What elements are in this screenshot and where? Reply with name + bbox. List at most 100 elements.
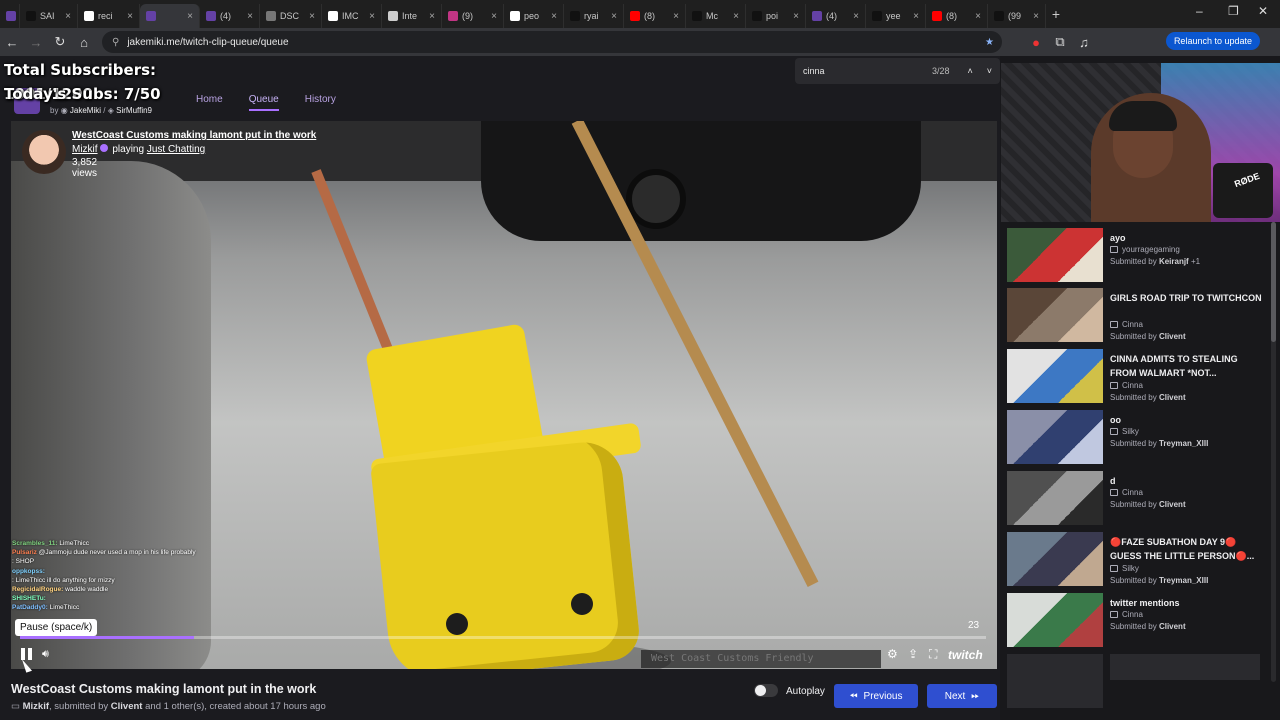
browser-tab[interactable]: Inte ×	[382, 4, 442, 28]
tab-close-icon[interactable]: ×	[673, 11, 679, 22]
browser-tab[interactable]: SAI ×	[20, 4, 78, 28]
tab-close-icon[interactable]: ×	[793, 11, 799, 22]
browser-tab[interactable]: (8) ×	[926, 4, 988, 28]
fullscreen-icon[interactable]: ⛶	[929, 647, 937, 662]
forward-icon[interactable]: →	[24, 35, 48, 50]
browser-tab[interactable]: reci ×	[78, 4, 140, 28]
queue-item[interactable]: oo Silky Submitted by Treyman_XIII	[1001, 406, 1271, 466]
queue-item[interactable]: 🔴FAZE SUBATHON DAY 9🔴 GUESS THE LITTLE P…	[1001, 528, 1271, 588]
channel-icon	[1110, 321, 1118, 328]
nav-queue[interactable]: Queue	[248, 94, 279, 111]
tab-close-icon[interactable]: ×	[913, 11, 919, 22]
tab-close-icon[interactable]: ×	[127, 11, 133, 22]
browser-tab[interactable]: peo ×	[504, 4, 564, 28]
twitch-logo[interactable]: twitch	[948, 648, 983, 662]
browser-tab[interactable]: Mc ×	[686, 4, 746, 28]
queue-thumbnail[interactable]	[1007, 593, 1103, 647]
bookmark-star-icon[interactable]: ★	[985, 37, 994, 48]
browser-tab[interactable]: poi ×	[746, 4, 806, 28]
queue-item-submitter: Treyman_XIII	[1158, 439, 1209, 448]
webcam-overlay: RØDE	[1001, 63, 1280, 222]
tab-close-icon[interactable]: ×	[975, 11, 981, 22]
tab-close-icon[interactable]: ×	[187, 11, 193, 22]
clip-details-title: WestCoast Customs making lamont put in t…	[11, 682, 317, 696]
tab-close-icon[interactable]: ×	[853, 11, 859, 22]
reload-icon[interactable]: ↻	[48, 34, 72, 50]
settings-gear-icon[interactable]: ⚙	[887, 647, 898, 661]
tab-close-icon[interactable]: ×	[429, 11, 435, 22]
queue-thumbnail[interactable]	[1007, 288, 1103, 342]
browser-tab[interactable]: ×	[140, 4, 200, 28]
home-icon[interactable]: ⌂	[72, 35, 96, 50]
next-label: Next	[944, 690, 966, 702]
browser-tab[interactable]: (8) ×	[624, 4, 686, 28]
autoplay-toggle[interactable]	[754, 684, 778, 697]
previous-button[interactable]: ⏪︎ Previous	[834, 684, 918, 708]
relaunch-button[interactable]: Relaunch to update	[1165, 32, 1260, 50]
tab-close-icon[interactable]: ×	[247, 11, 253, 22]
tab-close-icon[interactable]: ×	[611, 11, 617, 22]
browser-tab[interactable]: ryai ×	[564, 4, 624, 28]
queue-thumbnail[interactable]	[1007, 349, 1103, 403]
media-icon[interactable]: ♫	[1072, 35, 1096, 50]
find-prev-icon[interactable]: ˄	[967, 66, 972, 76]
clip-title-link[interactable]: WestCoast Customs making lamont put in t…	[72, 130, 316, 141]
video-frame-car-wheel	[626, 169, 686, 229]
volume-icon[interactable]: 🔊︎	[42, 648, 49, 661]
meta-channel[interactable]: Mizkif	[23, 701, 49, 712]
browser-tab[interactable]: (4) ×	[806, 4, 866, 28]
minimize-icon[interactable]: –	[1196, 4, 1203, 18]
queue-item[interactable]: twitter mentions Cinna Submitted by Cliven…	[1001, 589, 1271, 649]
channel-link[interactable]: Mizkif	[72, 144, 98, 155]
find-bar[interactable]: cinna 3/28 ˄ ˅	[795, 58, 1000, 84]
channel-icon	[1110, 489, 1118, 496]
queue-item[interactable]: GIRLS ROAD TRIP TO TWITCHCON Cinna Submitt…	[1001, 284, 1271, 344]
tab-close-icon[interactable]: ×	[1033, 11, 1039, 22]
find-next-icon[interactable]: ˅	[987, 66, 992, 76]
next-button[interactable]: Next ⏩︎	[927, 684, 997, 708]
meta-user[interactable]: Clivent	[111, 701, 143, 712]
browser-tab[interactable]: DSC ×	[260, 4, 322, 28]
game-link[interactable]: Just Chatting	[147, 144, 205, 155]
browser-tab[interactable]: (4) ×	[200, 4, 260, 28]
extension-icon[interactable]: ●	[1024, 35, 1048, 50]
site-info-icon[interactable]: ⚲	[112, 37, 119, 48]
broadcaster-avatar[interactable]	[22, 130, 66, 174]
queue-thumbnail[interactable]	[1007, 228, 1103, 282]
chat-text: LimeThicc	[59, 540, 89, 547]
tab-close-icon[interactable]: ×	[551, 11, 557, 22]
author-link-1[interactable]: JakeMiki	[70, 106, 101, 115]
address-bar[interactable]: ⚲ jakemiki.me/twitch-clip-queue/queue ★	[102, 31, 1002, 53]
browser-tab[interactable]	[0, 4, 20, 28]
submitted-by-label: Submitted by	[1110, 257, 1157, 266]
queue-item-title: 🔴FAZE SUBATHON DAY 9🔴 GUESS THE LITTLE P…	[1110, 537, 1255, 561]
share-icon[interactable]: ⇪	[908, 647, 918, 661]
nav-history[interactable]: History	[305, 94, 336, 111]
author-link-2[interactable]: SirMuffin9	[116, 106, 152, 115]
queue-item[interactable]: CINNA ADMITS TO STEALING FROM WALMART *N…	[1001, 345, 1271, 405]
queue-item[interactable]: ayo yourragegaming Submitted by Keiranjf +…	[1001, 224, 1271, 284]
browser-tab[interactable]: (9) ×	[442, 4, 504, 28]
browser-tab[interactable]: yee ×	[866, 4, 926, 28]
queue-item[interactable]: d Cinna Submitted by Clivent	[1001, 467, 1271, 527]
video-progress-bar[interactable]	[20, 636, 986, 639]
browser-tab[interactable]: IMC ×	[322, 4, 382, 28]
tab-close-icon[interactable]: ×	[309, 11, 315, 22]
tab-close-icon[interactable]: ×	[369, 11, 375, 22]
back-icon[interactable]: ←	[0, 35, 24, 50]
queue-thumbnail[interactable]	[1007, 410, 1103, 464]
new-tab-icon[interactable]: +	[1046, 6, 1066, 22]
tab-close-icon[interactable]: ×	[733, 11, 739, 22]
window-close-icon[interactable]: ✕	[1258, 4, 1268, 18]
queue-thumbnail[interactable]	[1007, 471, 1103, 525]
queue-scrollbar[interactable]	[1271, 222, 1276, 682]
puzzle-icon[interactable]: ⧉	[1048, 34, 1072, 50]
maximize-icon[interactable]: ❐	[1228, 4, 1239, 18]
browser-tab[interactable]: (99 ×	[988, 4, 1046, 28]
tab-close-icon[interactable]: ×	[491, 11, 497, 22]
find-input[interactable]: cinna	[803, 66, 825, 76]
queue-thumbnail[interactable]	[1007, 532, 1103, 586]
submitted-by-label: Submitted by	[1110, 622, 1157, 631]
tab-close-icon[interactable]: ×	[65, 11, 71, 22]
fast-forward-icon: ⏩︎	[971, 690, 980, 702]
